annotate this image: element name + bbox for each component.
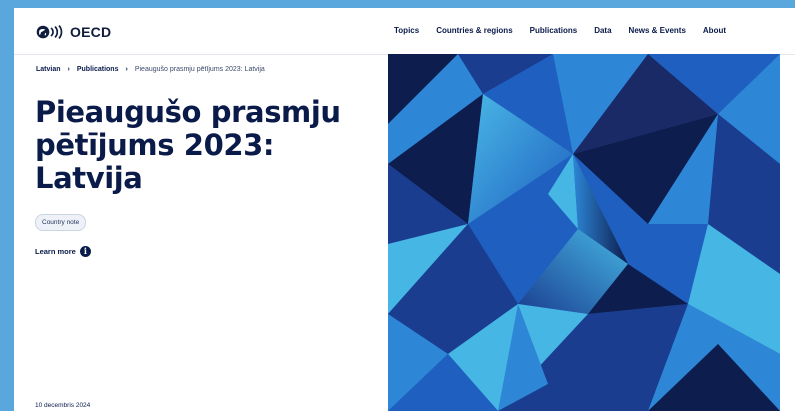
publication-type-badge[interactable]: Country note bbox=[35, 214, 87, 231]
polygon-pattern-image bbox=[388, 54, 780, 411]
nav-publications[interactable]: Publications bbox=[530, 26, 578, 35]
page-title: Pieaugušo prasmju pētījums 2023: Latvija bbox=[35, 95, 341, 195]
breadcrumb-latvian[interactable]: Latvian bbox=[36, 66, 61, 73]
breadcrumb-current: Pieaugušo prasmju pētījums 2023: Latvija bbox=[134, 66, 265, 73]
nav-countries-regions[interactable]: Countries & regions bbox=[436, 26, 512, 35]
hero-cover-image bbox=[388, 54, 780, 411]
main-nav: Topics Countries & regions Publications … bbox=[394, 26, 726, 35]
logo-text: OECD bbox=[70, 24, 112, 40]
chevron-right-icon: › bbox=[125, 66, 128, 73]
nav-topics[interactable]: Topics bbox=[394, 26, 419, 35]
learn-more-button[interactable]: Learn more i bbox=[35, 246, 91, 257]
site-header: OECD Topics Countries & regions Publicat… bbox=[14, 8, 795, 55]
nav-news-events[interactable]: News & Events bbox=[629, 26, 686, 35]
chevron-right-icon: › bbox=[67, 66, 70, 73]
oecd-logo[interactable]: OECD bbox=[36, 24, 111, 40]
breadcrumb: Latvian › Publications › Pieaugušo prasm… bbox=[36, 66, 265, 73]
breadcrumb-publications[interactable]: Publications bbox=[77, 66, 119, 73]
publication-date: 10 decembris 2024 bbox=[35, 402, 91, 409]
info-icon: i bbox=[79, 246, 91, 257]
learn-more-label: Learn more bbox=[35, 247, 76, 256]
oecd-logo-icon bbox=[36, 25, 63, 39]
page: OECD Topics Countries & regions Publicat… bbox=[14, 8, 795, 411]
nav-about[interactable]: About bbox=[703, 26, 726, 35]
nav-data[interactable]: Data bbox=[594, 26, 611, 35]
